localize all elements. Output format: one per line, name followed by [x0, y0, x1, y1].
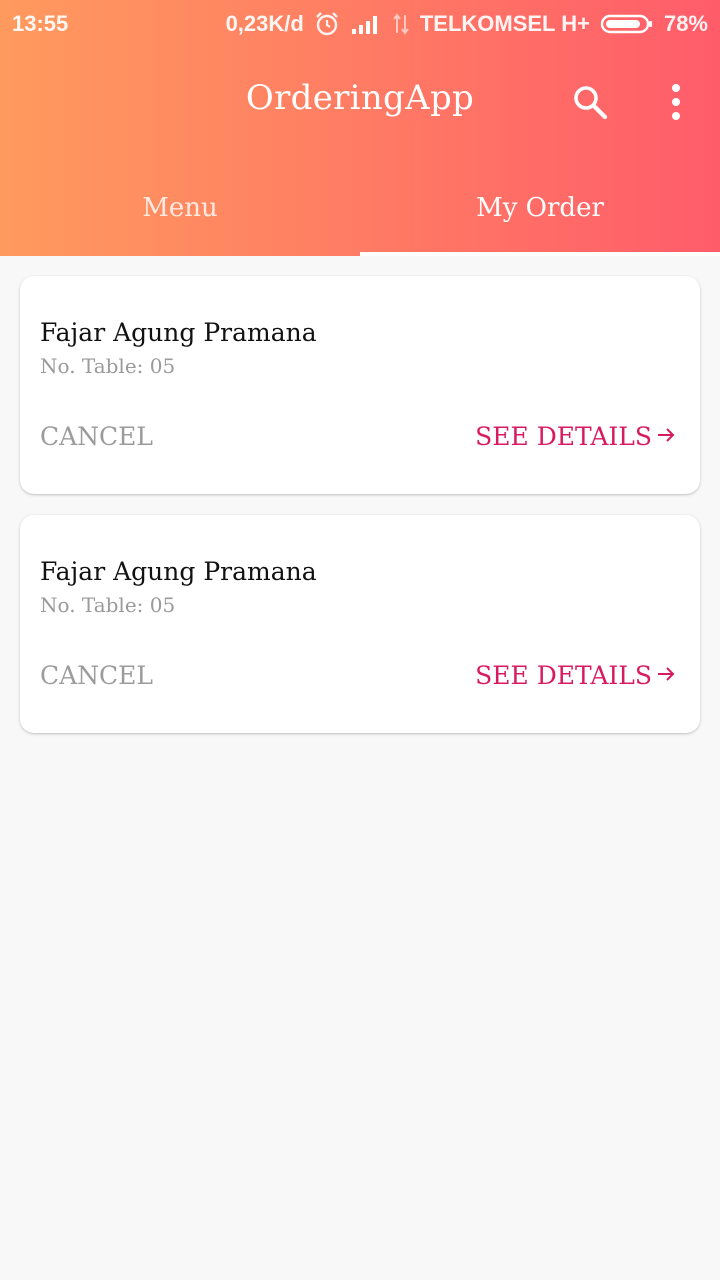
- status-right: 0,23K/d TELKOMSEL H+ 78%: [226, 11, 708, 37]
- see-details-label: SEE DETAILS: [475, 661, 652, 690]
- customer-name: Fajar Agung Pramana: [40, 557, 317, 586]
- tab-menu[interactable]: Menu: [0, 160, 360, 256]
- arrow-right-icon: [656, 422, 676, 451]
- search-icon: [570, 82, 610, 126]
- search-button[interactable]: [566, 78, 614, 130]
- cancel-button[interactable]: CANCEL: [40, 422, 153, 451]
- toolbar: OrderingApp: [0, 48, 720, 160]
- data-arrows-icon: [392, 13, 410, 35]
- arrow-right-icon: [656, 661, 676, 690]
- cancel-button[interactable]: CANCEL: [40, 661, 153, 690]
- data-rate: 0,23K/d: [225, 11, 304, 36]
- alarm-icon: [314, 11, 340, 37]
- see-details-button[interactable]: SEE DETAILS: [475, 661, 676, 690]
- see-details-label: SEE DETAILS: [475, 422, 652, 451]
- see-details-button[interactable]: SEE DETAILS: [475, 422, 676, 451]
- table-number: No. Table: 05: [40, 593, 176, 617]
- tab-bar: Menu My Order: [0, 160, 720, 256]
- battery-icon: [600, 12, 654, 36]
- signal-icon: [350, 13, 382, 35]
- app-header: 13:55 0,23K/d TELKOMSEL H+ 78% OrderingA…: [0, 0, 720, 256]
- status-time: 13:55: [12, 11, 69, 36]
- order-list: Fajar Agung Pramana No. Table: 05 CANCEL…: [20, 276, 700, 754]
- more-options-button[interactable]: [652, 78, 700, 130]
- status-bar: 13:55 0,23K/d TELKOMSEL H+ 78%: [0, 0, 720, 48]
- customer-name: Fajar Agung Pramana: [40, 318, 317, 347]
- more-vert-icon: [670, 82, 682, 126]
- carrier-label: TELKOMSEL H+: [419, 11, 590, 36]
- order-card: Fajar Agung Pramana No. Table: 05 CANCEL…: [20, 515, 700, 733]
- table-number: No. Table: 05: [40, 354, 176, 378]
- order-card: Fajar Agung Pramana No. Table: 05 CANCEL…: [20, 276, 700, 494]
- battery-level: 78%: [663, 11, 708, 36]
- tab-my-order[interactable]: My Order: [360, 160, 720, 256]
